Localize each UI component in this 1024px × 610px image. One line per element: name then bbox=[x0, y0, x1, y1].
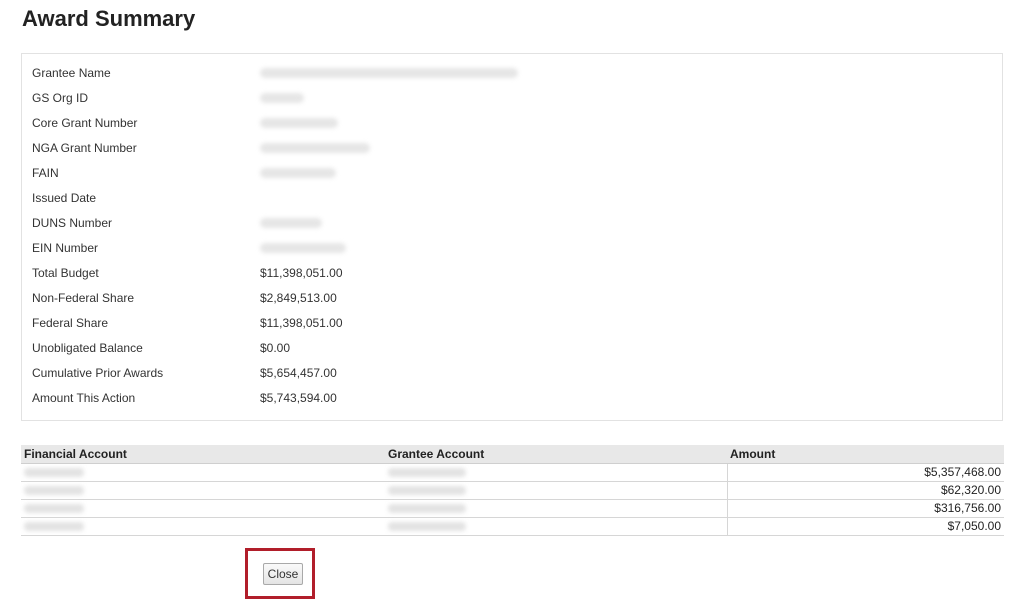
table-row: $62,320.00 bbox=[21, 481, 1004, 500]
field-row-ein-number: EIN Number bbox=[32, 239, 992, 257]
financial-account-cell bbox=[21, 499, 385, 518]
field-row-duns-number: DUNS Number bbox=[32, 214, 992, 232]
field-label: Non-Federal Share bbox=[32, 291, 135, 305]
column-header-financial-account: Financial Account bbox=[21, 445, 385, 464]
redacted-value bbox=[260, 168, 336, 178]
grantee-account-cell bbox=[385, 517, 727, 536]
field-value: $2,849,513.00 bbox=[260, 291, 337, 305]
redacted-value bbox=[388, 468, 466, 478]
table-row: $7,050.00 bbox=[21, 517, 1004, 536]
grantee-account-cell bbox=[385, 481, 727, 500]
financial-accounts-table: Financial Account Grantee Account Amount… bbox=[21, 445, 1004, 536]
award-summary-page: Award Summary Grantee Name GS Org ID Cor… bbox=[0, 0, 1024, 610]
field-row-federal-share: Federal Share $11,398,051.00 bbox=[32, 314, 992, 332]
redacted-value bbox=[388, 522, 466, 532]
award-summary-panel: Grantee Name GS Org ID Core Grant Number… bbox=[21, 53, 1003, 421]
redacted-value bbox=[260, 93, 304, 103]
column-header-amount: Amount bbox=[727, 445, 1004, 464]
table-row: $5,357,468.00 bbox=[21, 463, 1004, 482]
grantee-account-cell bbox=[385, 463, 727, 482]
field-label: Amount This Action bbox=[32, 391, 136, 405]
field-value: $5,654,457.00 bbox=[260, 366, 337, 380]
field-row-issued-date: Issued Date bbox=[32, 189, 992, 207]
field-label: Core Grant Number bbox=[32, 116, 138, 130]
field-row-gs-org-id: GS Org ID bbox=[32, 89, 992, 107]
field-row-grantee-name: Grantee Name bbox=[32, 64, 992, 82]
financial-account-cell bbox=[21, 463, 385, 482]
field-row-amount-this-action: Amount This Action $5,743,594.00 bbox=[32, 389, 992, 407]
field-label: NGA Grant Number bbox=[32, 141, 137, 155]
field-row-non-federal-share: Non-Federal Share $2,849,513.00 bbox=[32, 289, 992, 307]
redacted-value bbox=[24, 486, 84, 496]
close-button[interactable]: Close bbox=[263, 563, 303, 585]
field-value: $11,398,051.00 bbox=[260, 316, 343, 330]
field-row-unobligated-balance: Unobligated Balance $0.00 bbox=[32, 339, 992, 357]
redacted-value bbox=[260, 243, 346, 253]
redacted-value bbox=[260, 218, 322, 228]
financial-account-cell bbox=[21, 517, 385, 536]
table-header-row: Financial Account Grantee Account Amount bbox=[21, 445, 1004, 464]
redacted-value bbox=[24, 522, 84, 532]
field-label: Unobligated Balance bbox=[32, 341, 143, 355]
field-row-total-budget: Total Budget $11,398,051.00 bbox=[32, 264, 992, 282]
field-label: FAIN bbox=[32, 166, 59, 180]
redacted-value bbox=[24, 468, 84, 478]
field-row-nga-grant-number: NGA Grant Number bbox=[32, 139, 992, 157]
field-label: Total Budget bbox=[32, 266, 99, 280]
field-value: $11,398,051.00 bbox=[260, 266, 343, 280]
field-label: Cumulative Prior Awards bbox=[32, 366, 164, 380]
field-label: GS Org ID bbox=[32, 91, 89, 105]
field-label: DUNS Number bbox=[32, 216, 113, 230]
redacted-value bbox=[388, 486, 466, 496]
field-label: EIN Number bbox=[32, 241, 99, 255]
amount-cell: $7,050.00 bbox=[726, 517, 1004, 536]
field-value: $5,743,594.00 bbox=[260, 391, 337, 405]
redacted-value bbox=[388, 504, 466, 514]
field-label: Grantee Name bbox=[32, 66, 111, 80]
field-row-core-grant-number: Core Grant Number bbox=[32, 114, 992, 132]
page-title: Award Summary bbox=[22, 6, 196, 31]
redacted-value bbox=[260, 68, 518, 78]
field-row-cumulative-prior-awards: Cumulative Prior Awards $5,654,457.00 bbox=[32, 364, 992, 382]
amount-cell: $62,320.00 bbox=[726, 481, 1004, 500]
field-label: Issued Date bbox=[32, 191, 97, 205]
table-row: $316,756.00 bbox=[21, 499, 1004, 518]
financial-account-cell bbox=[21, 481, 385, 500]
redacted-value bbox=[260, 143, 370, 153]
grantee-account-cell bbox=[385, 499, 727, 518]
column-header-grantee-account: Grantee Account bbox=[385, 445, 727, 464]
amount-cell: $316,756.00 bbox=[726, 499, 1004, 518]
field-row-fain: FAIN bbox=[32, 164, 992, 182]
amount-cell: $5,357,468.00 bbox=[726, 463, 1004, 482]
redacted-value bbox=[24, 504, 84, 514]
redacted-value bbox=[260, 118, 338, 128]
field-label: Federal Share bbox=[32, 316, 109, 330]
field-value: $0.00 bbox=[260, 341, 291, 355]
